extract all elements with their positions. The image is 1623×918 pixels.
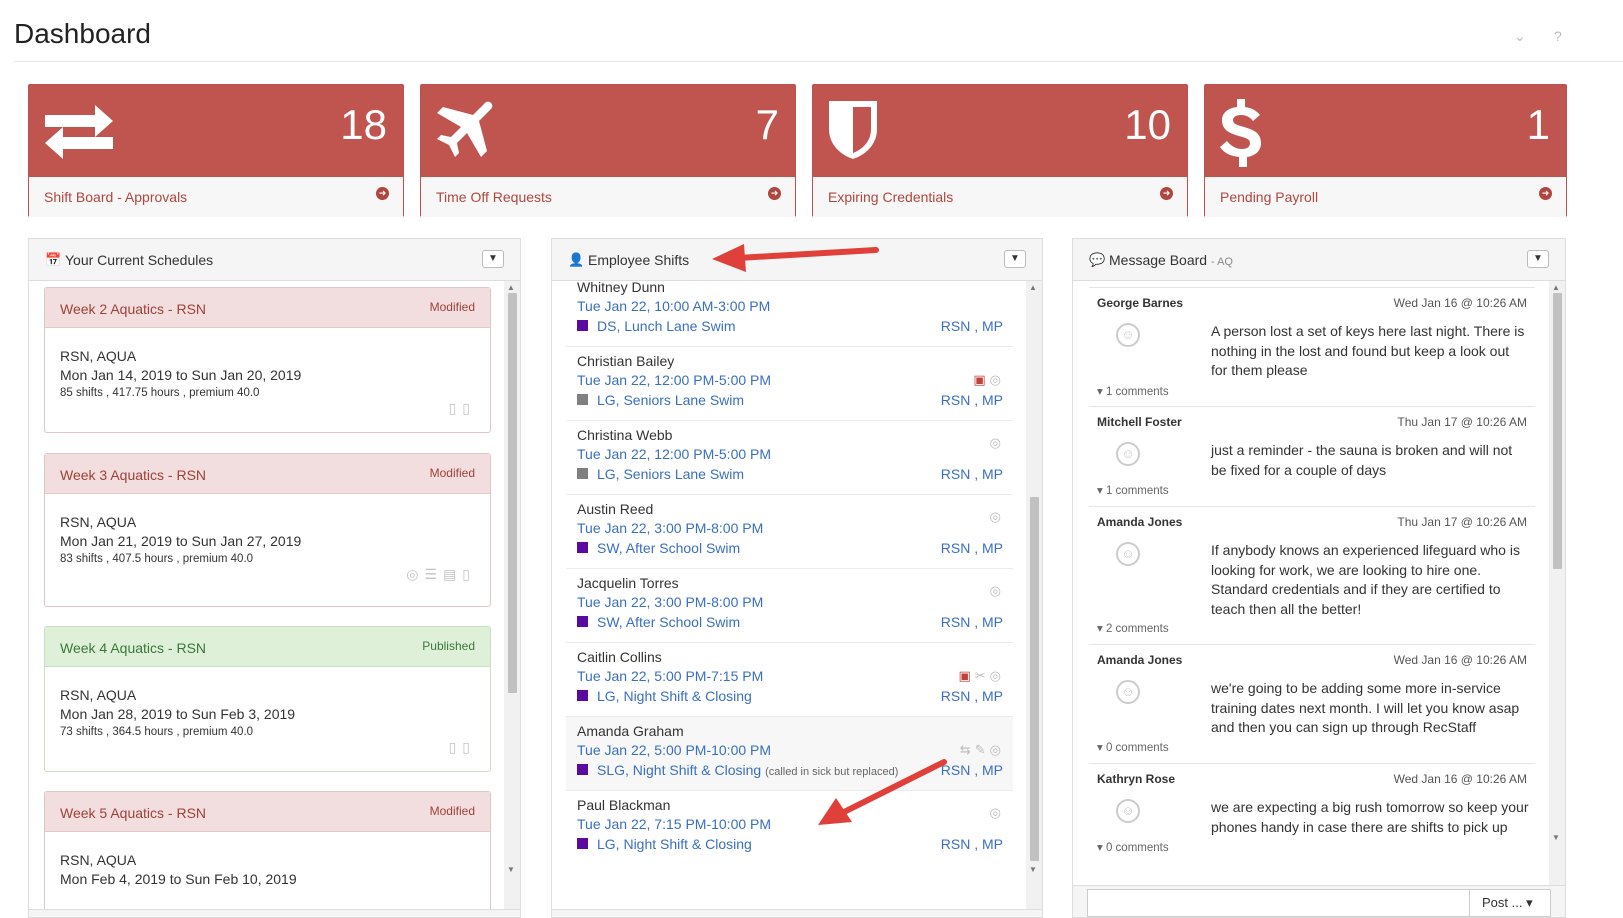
annotation-arrow xyxy=(712,244,879,272)
annotation-arrow xyxy=(818,759,947,825)
annotation-arrows xyxy=(712,244,947,825)
